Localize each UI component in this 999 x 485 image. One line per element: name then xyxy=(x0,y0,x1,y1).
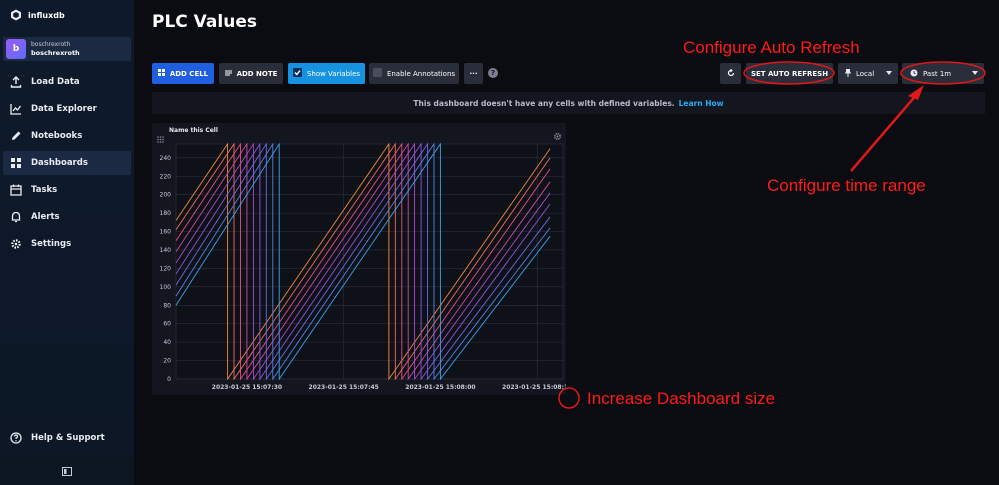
sidebar-item-label: Load Data xyxy=(31,77,80,87)
checkbox-checked-icon xyxy=(292,68,302,79)
y-tick-label: 0 xyxy=(167,376,171,383)
annotation-auto-refresh: Configure Auto Refresh xyxy=(683,38,860,57)
x-tick-label: 2023-01-25 15:08:00 xyxy=(405,384,475,391)
y-tick-label: 40 xyxy=(163,339,171,346)
clock-icon xyxy=(910,69,918,79)
y-tick-label: 80 xyxy=(163,302,171,309)
timezone-dropdown[interactable]: Local xyxy=(838,63,898,84)
influxdb-logo[interactable]: influxdb xyxy=(10,9,65,21)
y-tick-label: 180 xyxy=(160,210,172,217)
show-variables-toggle[interactable]: Show Variables xyxy=(288,63,365,84)
more-options-button[interactable]: ··· xyxy=(464,63,483,84)
timezone-value: Local xyxy=(856,69,875,78)
enable-annotations-toggle[interactable]: Enable Annotations xyxy=(369,63,459,84)
sidebar-item-dashboards[interactable]: Dashboards xyxy=(3,151,131,175)
add-cell-icon xyxy=(157,69,165,78)
dashboard-icon xyxy=(10,157,22,169)
org-name: boschrexroth xyxy=(31,49,80,57)
more-label: ··· xyxy=(469,69,478,78)
calendar-icon xyxy=(10,184,22,196)
chevron-down-icon xyxy=(886,71,892,75)
graph-icon xyxy=(10,103,22,115)
chevron-down-icon xyxy=(972,71,978,75)
sidebar-item-label: Data Explorer xyxy=(31,104,97,114)
bell-icon xyxy=(10,211,22,223)
sidebar-item-label: Tasks xyxy=(31,185,58,195)
learn-how-link[interactable]: Learn How xyxy=(679,99,724,108)
show-variables-label: Show Variables xyxy=(306,69,361,78)
gear-icon xyxy=(10,238,22,250)
cell-settings-gear-icon[interactable] xyxy=(553,126,562,145)
sidebar-item-data-explorer[interactable]: Data Explorer xyxy=(3,97,131,121)
sidebar-item-tasks[interactable]: Tasks xyxy=(3,178,131,202)
add-cell-button[interactable]: ADD CELL xyxy=(152,63,214,84)
checkbox-unchecked-icon xyxy=(372,68,382,79)
y-tick-label: 220 xyxy=(160,173,172,180)
page-title: PLC Values xyxy=(152,12,257,32)
sidebar-item-load-data[interactable]: Load Data xyxy=(3,70,131,94)
add-note-label: ADD NOTE xyxy=(236,69,278,78)
cell-title[interactable]: Name this Cell xyxy=(169,127,218,134)
user-name: boschrexroth xyxy=(31,41,71,48)
y-tick-label: 200 xyxy=(160,192,172,199)
pencil-icon xyxy=(10,130,22,142)
annotation-time-range: Configure time range xyxy=(767,176,926,195)
org-switcher[interactable]: b boschrexroth boschrexroth xyxy=(3,37,131,61)
sidebar-item-label: Notebooks xyxy=(31,131,83,141)
add-note-button[interactable]: ADD NOTE xyxy=(219,63,283,84)
sidebar-item-label: Settings xyxy=(31,239,72,249)
avatar: b xyxy=(6,39,26,59)
sidebar-item-notebooks[interactable]: Notebooks xyxy=(3,124,131,148)
sidebar-item-label: Alerts xyxy=(31,212,60,222)
x-tick-label: 2023-01-25 15:08:15 xyxy=(502,384,566,391)
set-auto-refresh-label: SET AUTO REFRESH xyxy=(750,69,829,78)
help-icon[interactable]: ? xyxy=(488,68,498,78)
y-tick-label: 100 xyxy=(160,284,172,291)
influxdb-logo-icon xyxy=(11,9,21,21)
dashboard-cell[interactable]: 0 20 40 60 80 100 120 140 160 180 200 220 240 2023-01… xyxy=(152,123,566,395)
help-icon xyxy=(10,429,22,448)
drag-handle-icon[interactable] xyxy=(157,128,164,147)
y-tick-label: 60 xyxy=(163,321,171,328)
y-tick-label: 160 xyxy=(160,229,172,236)
help-support-link[interactable]: Help & Support xyxy=(3,426,131,450)
notice-text: This dashboard doesn't have any cells wi… xyxy=(413,98,675,108)
sidebar: influxdb b boschrexroth boschrexroth Loa… xyxy=(0,0,134,485)
collapse-sidebar-button[interactable] xyxy=(0,456,134,485)
variables-notice: This dashboard doesn't have any cells wi… xyxy=(152,92,985,114)
y-tick-label: 240 xyxy=(160,155,172,162)
time-range-dropdown[interactable]: Past 1m xyxy=(902,63,984,84)
sidebar-item-label: Dashboards xyxy=(31,158,88,168)
sidebar-nav: Load Data Data Explorer Notebooks Dashbo… xyxy=(0,67,134,256)
sidebar-item-alerts[interactable]: Alerts xyxy=(3,205,131,229)
pin-icon xyxy=(845,68,851,79)
y-tick-label: 140 xyxy=(160,247,172,254)
annotation-dashboard-size: Increase Dashboard size xyxy=(587,389,776,408)
x-tick-label: 2023-01-25 15:07:30 xyxy=(212,384,282,391)
collapse-icon xyxy=(62,461,72,480)
note-icon xyxy=(224,70,232,78)
x-tick-label: 2023-01-25 15:07:45 xyxy=(309,384,379,391)
line-chart: 0 20 40 60 80 100 120 140 160 180 200 220 240 2023-01… xyxy=(160,142,566,391)
y-tick-label: 120 xyxy=(160,265,172,272)
sidebar-item-settings[interactable]: Settings xyxy=(3,232,131,256)
add-cell-label: ADD CELL xyxy=(169,69,209,78)
set-auto-refresh-button[interactable]: SET AUTO REFRESH xyxy=(746,63,833,84)
y-tick-label: 20 xyxy=(163,358,171,365)
refresh-now-button[interactable] xyxy=(720,63,741,84)
help-support-label: Help & Support xyxy=(31,433,105,443)
time-range-value: Past 1m xyxy=(923,69,952,78)
brand-name: influxdb xyxy=(28,10,65,20)
enable-annotations-label: Enable Annotations xyxy=(386,69,456,78)
refresh-icon xyxy=(727,68,735,79)
upload-icon xyxy=(10,76,22,88)
